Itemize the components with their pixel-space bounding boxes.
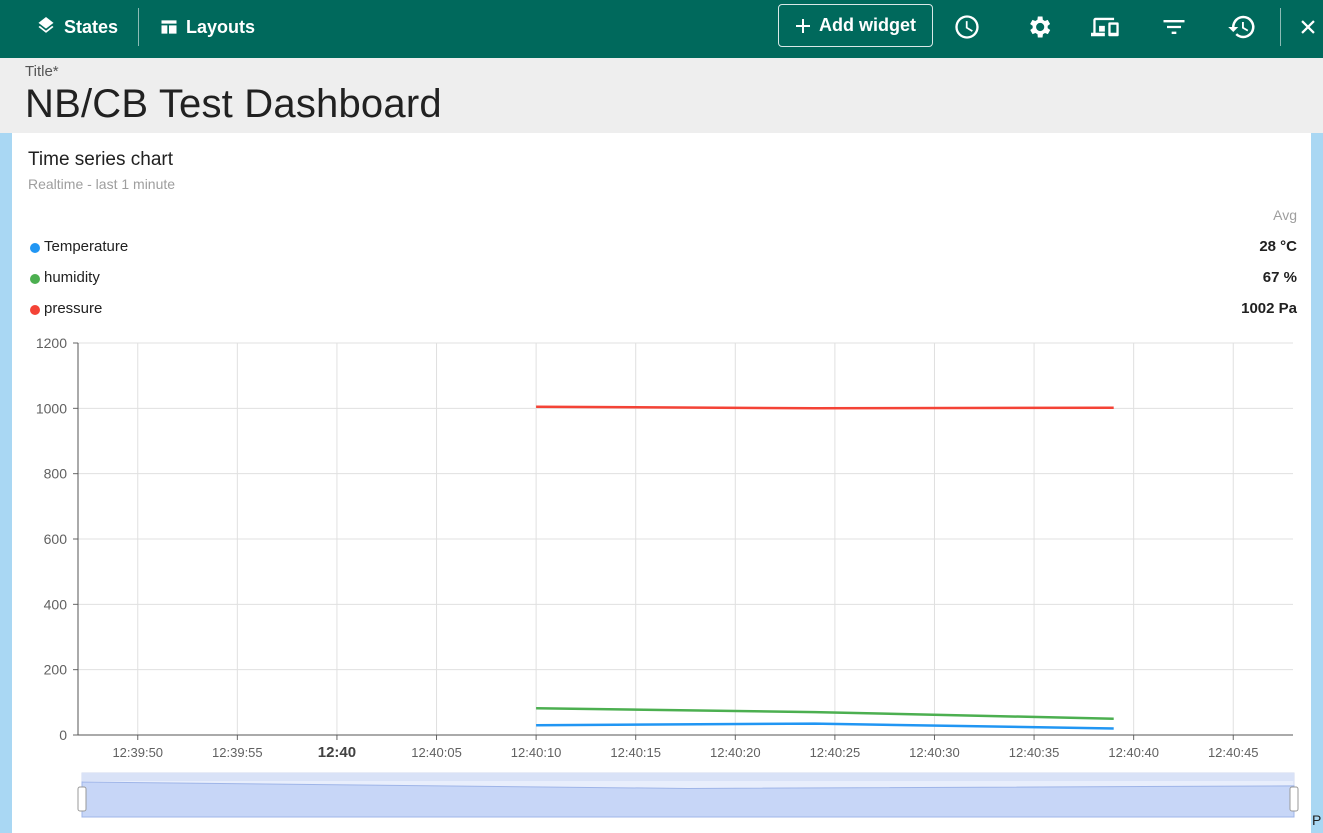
y-tick-label: 800 (44, 466, 68, 482)
layout-icon (161, 20, 177, 34)
devices-icon (1091, 17, 1119, 37)
zoom-slider-move-handle (82, 773, 1294, 781)
layouts-label: Layouts (186, 16, 256, 37)
widget-frame-left (0, 133, 12, 833)
gear-icon (1030, 16, 1051, 38)
series-line-temperature (536, 722, 1114, 730)
clock-icon (955, 15, 979, 39)
close-button[interactable] (1290, 7, 1323, 47)
filters-button[interactable] (1154, 7, 1194, 47)
dashboard-toolbar: States Layouts Add widget (0, 0, 1323, 58)
y-tick-label: 600 (44, 531, 68, 547)
x-tick-label: 12:40:25 (810, 745, 861, 760)
x-tick-label: 12:39:50 (112, 745, 163, 760)
timewindow-button[interactable] (947, 7, 987, 47)
series-line-humidity (536, 706, 1114, 720)
title-field-label: Title* (25, 63, 59, 80)
zoom-handle-right[interactable] (1289, 786, 1299, 812)
y-tick-label: 400 (44, 596, 68, 612)
plus-icon (796, 18, 810, 33)
x-tick-label: 12:40 (318, 744, 356, 761)
layouts-button[interactable]: Layouts (159, 0, 255, 54)
time-series-chart[interactable]: 0 200 400 600 800 1000 1200 12:39:50 12:39:55 12:… (12, 133, 1311, 833)
devices-button[interactable] (1086, 7, 1126, 47)
y-tick-label: 1200 (36, 335, 67, 351)
x-tick-label: 12:40:05 (411, 745, 462, 760)
close-icon (1301, 20, 1315, 34)
layers-icon (38, 17, 54, 33)
x-tick-label: 12:40:20 (710, 745, 761, 760)
x-tick-label: 12:40:45 (1208, 745, 1259, 760)
x-tick-label: 12:40:15 (610, 745, 661, 760)
x-tick-label: 12:40:30 (909, 745, 960, 760)
states-button[interactable]: States (36, 0, 118, 54)
x-tick-label: 12:40:40 (1108, 745, 1159, 760)
y-tick-label: 200 (44, 662, 68, 678)
y-tick-label: 1000 (36, 400, 67, 416)
x-tick-label: 12:40:10 (511, 745, 562, 760)
partial-text: P (1312, 812, 1322, 828)
version-history-button[interactable] (1222, 7, 1262, 47)
toolbar-divider (138, 8, 139, 46)
settings-button[interactable] (1019, 7, 1059, 47)
dashboard-title-input[interactable]: NB/CB Test Dashboard (25, 82, 442, 127)
toolbar-divider-right (1280, 8, 1281, 46)
x-tick-label: 12:39:55 (212, 745, 263, 760)
y-tick-label: 0 (59, 727, 67, 743)
add-widget-label: Add widget (819, 15, 916, 35)
zoom-handle-left[interactable] (77, 786, 87, 812)
x-tick-label: 12:40:35 (1009, 745, 1060, 760)
add-widget-button[interactable]: Add widget (778, 4, 933, 47)
time-series-widget[interactable]: Time series chart Realtime - last 1 minu… (12, 133, 1311, 833)
widget-frame-right (1311, 133, 1323, 833)
series-line-pressure (536, 405, 1114, 410)
history-icon (1228, 15, 1255, 39)
filter-icon (1163, 20, 1185, 34)
states-label: States (64, 16, 119, 37)
